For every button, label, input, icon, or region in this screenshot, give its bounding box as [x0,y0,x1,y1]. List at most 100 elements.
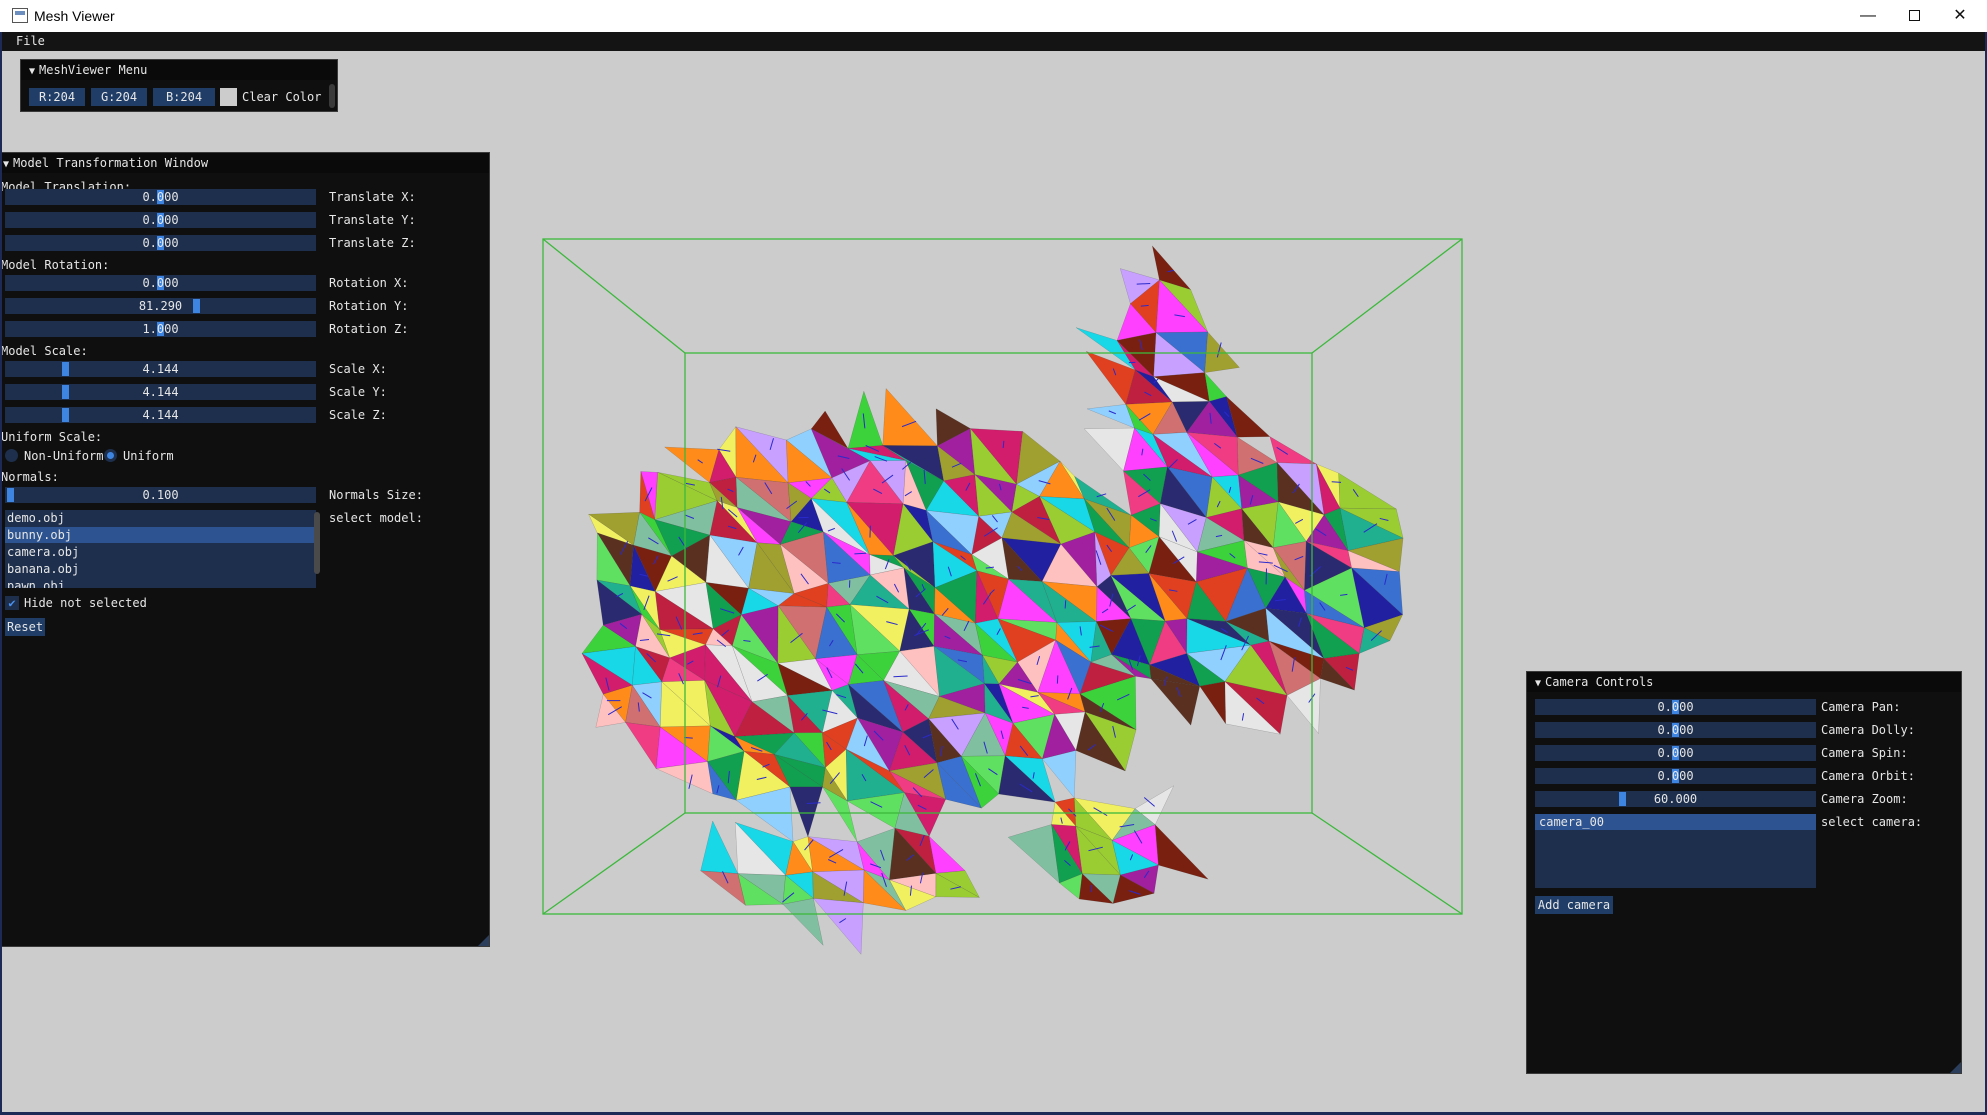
normal-line [806,802,821,804]
select-model-label: select model: [329,511,423,525]
mesh-face [812,898,864,955]
rotation-y-label: Rotation Y: [329,299,409,313]
hide-not-selected-label[interactable]: Hide not selected [24,596,147,610]
window-title-bar[interactable]: ▼ Model Transformation Window [2,153,489,173]
scale-x-label: Scale X: [329,362,387,376]
rotation-header: Model Rotation: [2,258,110,272]
normal-line [854,552,867,555]
camera-spin-label: Camera Spin: [1821,746,1908,760]
menu-bar: File [2,32,1985,51]
scale-y-label: Scale Y: [329,385,387,399]
minimize-button[interactable]: — [1845,0,1891,32]
window-title: Model Transformation Window [13,156,209,170]
scale-x-slider[interactable]: 4.144 [5,361,316,377]
window-title-bar[interactable]: ▼ Camera Controls [1527,672,1961,692]
slider-grab[interactable] [62,408,69,422]
translate-y-slider[interactable]: 0.000 [5,212,316,228]
uniform-scale-header: Uniform Scale: [2,430,103,444]
camera-pan-slider[interactable]: 0.000 [1535,699,1816,715]
collapse-triangle-icon[interactable]: ▼ [29,66,35,77]
scale-z-slider[interactable]: 4.144 [5,407,316,423]
window-title: Camera Controls [1545,675,1654,689]
camera-dolly-label: Camera Dolly: [1821,723,1915,737]
slider-grab[interactable] [62,385,69,399]
normal-line [893,675,908,678]
camera-listbox[interactable]: camera_00 [1535,814,1816,888]
list-item[interactable]: demo.obj [5,510,316,526]
scale-y-slider[interactable]: 4.144 [5,384,316,400]
mesh-face [1007,824,1060,884]
rotation-x-slider[interactable]: 0.000 [5,275,316,291]
normal-line [1064,600,1067,609]
window-title-bar: Mesh Viewer — ✕ [0,0,1987,32]
list-item[interactable]: banana.obj [5,561,316,577]
reset-button[interactable]: Reset [5,618,45,636]
rotation-x-label: Rotation X: [329,276,409,290]
camera-controls-window[interactable]: ▼ Camera Controls 0.000 Camera Pan: 0.000… [1526,671,1962,1074]
model-transformation-window[interactable]: ▼ Model Transformation Window Model Trans… [2,152,490,947]
mesh-face [1204,331,1240,373]
menu-file[interactable]: File [16,34,45,48]
normals-header: Normals: [2,470,59,484]
mesh-face [1199,681,1226,725]
hide-not-selected-checkbox[interactable]: ✔ [5,596,19,610]
app-icon [12,8,28,23]
translate-y-label: Translate Y: [329,213,416,227]
camera-spin-slider[interactable]: 0.000 [1535,745,1816,761]
meshviewer-menu-window[interactable]: ▼ MeshViewer Menu R:204 G:204 B:204 Clear… [20,59,338,112]
slider-grab[interactable] [193,299,200,313]
camera-zoom-slider[interactable]: 60.000 [1535,791,1816,807]
maximize-icon [1908,10,1920,22]
normal-line [1136,283,1151,285]
normal-line [1002,440,1005,449]
slider-grab[interactable] [1619,792,1626,806]
select-camera-label: select camera: [1821,815,1923,829]
translate-z-slider[interactable]: 0.000 [5,235,316,251]
scale-z-label: Scale Z: [329,408,387,422]
mesh-face [847,390,884,449]
clear-color-swatch[interactable] [220,88,237,106]
resize-grip[interactable] [478,935,489,946]
scrollbar[interactable] [329,84,335,108]
mesh-face [1150,678,1200,726]
close-button[interactable]: ✕ [1937,0,1983,32]
mesh-face [700,820,739,874]
mesh-face [1269,436,1317,465]
model-listbox[interactable]: demo.obj bunny.obj camera.obj banana.obj… [5,510,316,588]
red-channel-field[interactable]: R:204 [29,88,85,106]
non-uniform-label[interactable]: Non-Uniform [24,449,103,463]
uniform-label[interactable]: Uniform [123,449,174,463]
mesh-face [625,722,661,770]
blue-channel-field[interactable]: B:204 [153,88,215,106]
list-item[interactable]: camera.obj [5,544,316,560]
window-title-bar[interactable]: ▼ MeshViewer Menu [21,60,337,80]
maximize-button[interactable] [1891,0,1937,32]
mesh-face [1338,472,1397,510]
list-item[interactable]: bunny.obj [5,527,316,543]
translate-x-label: Translate X: [329,190,416,204]
mesh-face [782,898,824,946]
normals-size-slider[interactable]: 0.100 [5,487,316,503]
rotation-z-slider[interactable]: 1.000 [5,321,316,337]
slider-grab[interactable] [62,362,69,376]
list-item[interactable]: camera_00 [1535,814,1816,830]
translate-x-slider[interactable]: 0.000 [5,189,316,205]
listbox-scrollbar[interactable] [314,512,320,574]
camera-zoom-label: Camera Zoom: [1821,792,1908,806]
scale-header: Model Scale: [2,344,88,358]
non-uniform-radio[interactable] [5,449,18,462]
collapse-triangle-icon[interactable]: ▼ [1535,678,1541,689]
rotation-y-slider[interactable]: 81.290 [5,298,316,314]
green-channel-field[interactable]: G:204 [91,88,147,106]
camera-dolly-slider[interactable]: 0.000 [1535,722,1816,738]
slider-grab[interactable] [7,488,14,502]
mesh-face [1154,824,1209,880]
camera-orbit-slider[interactable]: 0.000 [1535,768,1816,784]
mesh-face [789,786,823,838]
collapse-triangle-icon[interactable]: ▼ [3,159,9,170]
clear-color-label: Clear Color [242,90,322,104]
list-item[interactable]: pawn.obj [5,578,316,588]
resize-grip[interactable] [1950,1062,1961,1073]
uniform-radio[interactable] [104,449,117,462]
add-camera-button[interactable]: Add camera [1535,896,1613,914]
